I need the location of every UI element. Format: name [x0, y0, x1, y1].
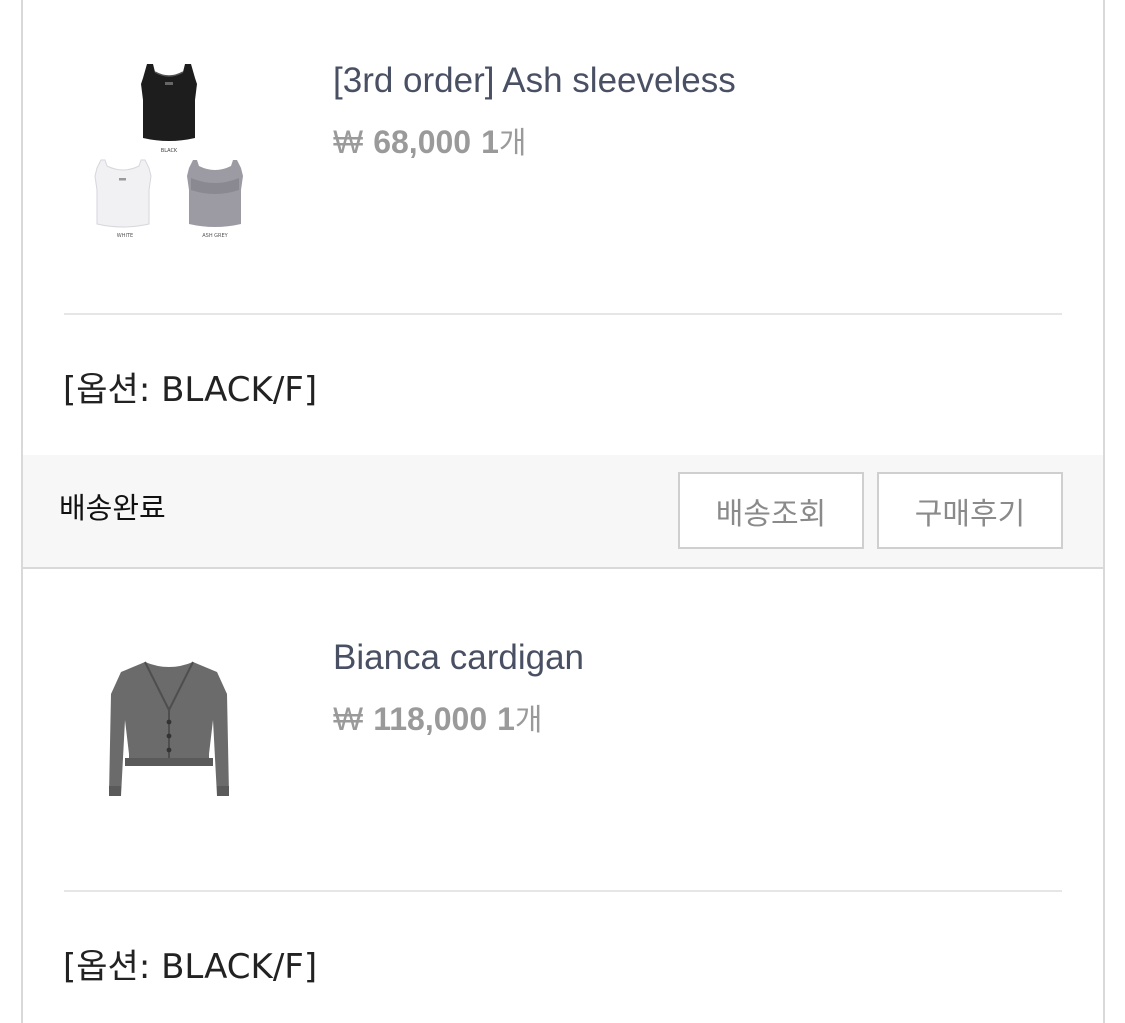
image-label-black: BLACK [161, 148, 178, 154]
divider [64, 313, 1062, 315]
image-label-white: WHITE [117, 233, 133, 239]
product-info: Bianca cardigan ₩118,000 1개 [333, 637, 584, 739]
order-list: BLACK WHITE ASH GREY [3rd order] Ash sle… [21, 0, 1105, 1023]
sleeveless-top-image: BLACK WHITE ASH GREY [94, 64, 243, 239]
option-text: [옵션: BLACK/F] [63, 947, 318, 987]
option-text: [옵션: BLACK/F] [63, 370, 318, 410]
price-amount: 118,000 [373, 701, 488, 737]
order-status-bar: 배송완료 배송조회 구매후기 [23, 455, 1103, 569]
black-top-figure [141, 64, 197, 141]
track-delivery-button[interactable]: 배송조회 [678, 472, 864, 549]
price-quantity: ₩118,000 1개 [333, 695, 584, 739]
cardigan-image [109, 661, 229, 796]
price-quantity: ₩68,000 1개 [333, 118, 736, 162]
quantity-unit: 개 [514, 703, 543, 738]
divider [64, 890, 1062, 892]
white-top-figure [94, 159, 152, 228]
quantity-value: 1 [481, 124, 499, 160]
currency-symbol: ₩ [333, 124, 364, 160]
quantity-unit: 개 [498, 126, 527, 161]
ash-grey-top-figure [187, 160, 243, 227]
image-label-ash-grey: ASH GREY [202, 233, 228, 239]
write-review-button[interactable]: 구매후기 [877, 472, 1063, 549]
grey-cardigan-figure [109, 661, 229, 796]
product-thumbnail[interactable]: BLACK WHITE ASH GREY [85, 60, 253, 260]
product-name[interactable]: [3rd order] Ash sleeveless [333, 60, 736, 102]
product-thumbnail[interactable] [85, 650, 253, 850]
currency-symbol: ₩ [333, 701, 364, 737]
price-amount: 68,000 [373, 124, 472, 160]
delivery-status: 배송완료 [59, 491, 166, 525]
quantity-value: 1 [497, 701, 515, 737]
product-info: [3rd order] Ash sleeveless ₩68,000 1개 [333, 60, 736, 162]
product-name[interactable]: Bianca cardigan [333, 637, 584, 679]
